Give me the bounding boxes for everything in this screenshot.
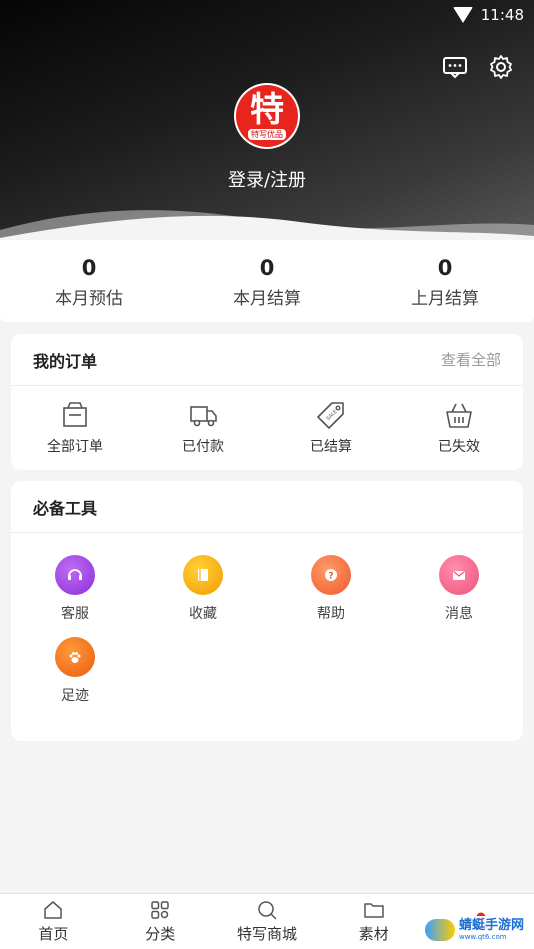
tab-mall[interactable]: 特写商城 <box>214 894 321 949</box>
question-icon: ? <box>311 555 351 595</box>
book-icon <box>183 555 223 595</box>
status-bar: 11:48 <box>452 0 534 30</box>
basket-icon <box>446 403 472 428</box>
tool-favorites[interactable]: 收藏 <box>139 555 267 623</box>
order-settled[interactable]: SALE 已结算 <box>267 386 395 470</box>
tools-title: 必备工具 <box>33 498 98 518</box>
tab-materials[interactable]: 素材 <box>320 894 427 949</box>
truck-icon <box>190 406 217 427</box>
view-all-orders-link[interactable]: 查看全部 <box>441 349 501 370</box>
login-register-link[interactable]: 登录/注册 <box>0 166 534 192</box>
stat-this-month-settled[interactable]: 0 本月结算 <box>178 240 356 322</box>
order-paid[interactable]: 已付款 <box>139 386 267 470</box>
sale-tag-icon: SALE <box>317 402 344 429</box>
stat-last-month-settled[interactable]: 0 上月结算 <box>356 240 534 322</box>
search-icon <box>258 901 277 920</box>
brand-logo: 特 特写优品 <box>236 85 298 147</box>
tools-card: 必备工具 客服 收藏 ? 帮助 消息 足迹 <box>11 481 523 741</box>
tool-customer-service[interactable]: 客服 <box>11 555 139 623</box>
order-all[interactable]: 全部订单 <box>11 386 139 470</box>
settings-gear-icon[interactable] <box>488 54 514 80</box>
stat-this-month-estimate[interactable]: 0 本月预估 <box>0 240 178 322</box>
folder-icon <box>364 903 384 918</box>
my-orders-card: 我的订单 查看全部 全部订单 已付款 SALE 已结算 已失效 <box>11 334 523 470</box>
tool-messages[interactable]: 消息 <box>395 555 523 623</box>
tab-home[interactable]: 首页 <box>0 894 107 949</box>
site-watermark: 蜻蜓手游网 www.qt6.com <box>420 916 528 943</box>
paw-icon <box>55 637 95 677</box>
profile-header: 11:48 特 特写优品 登录/注册 <box>0 0 534 250</box>
bag-icon <box>63 402 87 427</box>
order-expired[interactable]: 已失效 <box>395 386 523 470</box>
orders-title: 我的订单 <box>33 351 98 371</box>
mail-icon <box>439 555 479 595</box>
dragonfly-logo-icon <box>424 918 455 941</box>
avatar[interactable]: 特 特写优品 <box>234 83 300 149</box>
status-time: 11:48 <box>480 6 524 24</box>
wifi-icon <box>452 7 473 23</box>
tool-footprints[interactable]: 足迹 <box>11 637 139 705</box>
earnings-summary: 0 本月预估 0 本月结算 0 上月结算 <box>0 240 534 322</box>
svg-text:?: ? <box>328 572 333 582</box>
headset-icon <box>55 555 95 595</box>
grid-icon <box>151 901 169 919</box>
tab-category[interactable]: 分类 <box>107 894 214 949</box>
message-icon[interactable] <box>442 54 468 80</box>
home-icon <box>44 901 63 919</box>
tool-help[interactable]: ? 帮助 <box>267 555 395 623</box>
